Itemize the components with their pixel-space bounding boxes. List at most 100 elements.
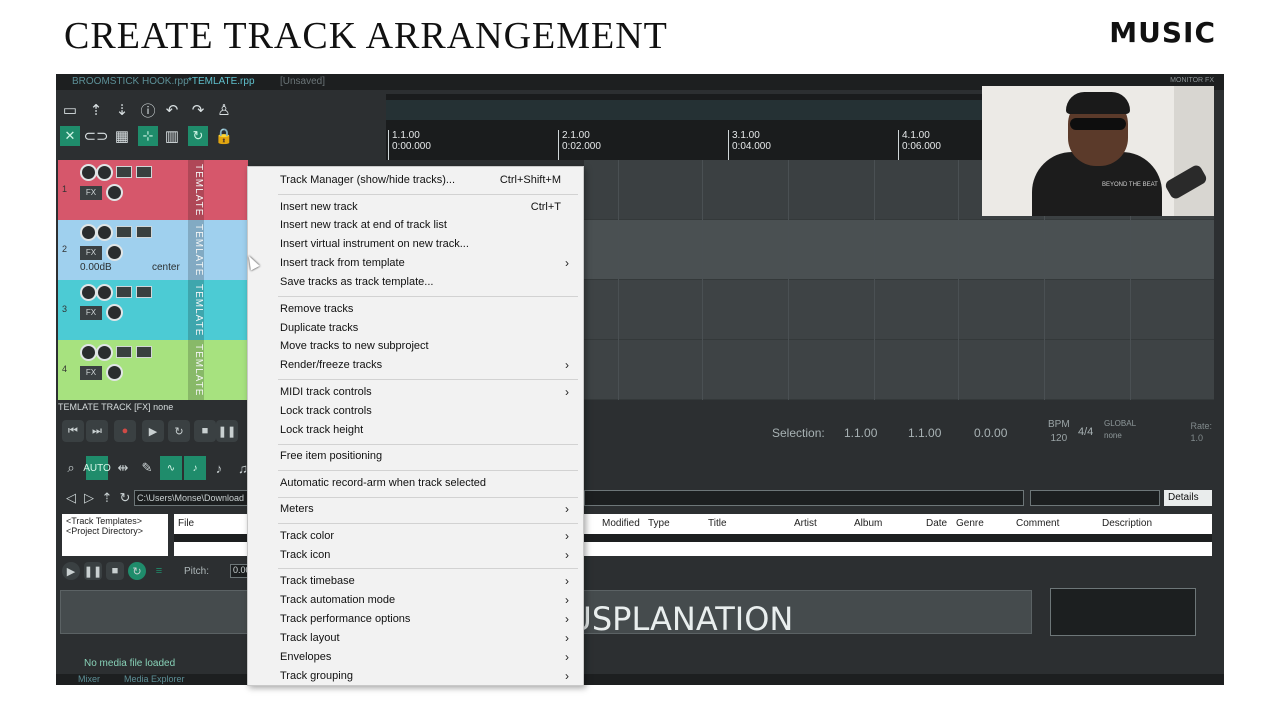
open-project-icon[interactable]: ⇡ [86, 100, 106, 120]
pan-knob[interactable] [106, 304, 123, 321]
menu-item[interactable]: Move tracks to new subproject [248, 338, 583, 357]
stop-icon[interactable]: ■ [194, 420, 216, 442]
column-modified[interactable]: Modified [602, 518, 640, 529]
column-comment[interactable]: Comment [1016, 518, 1059, 529]
menu-item[interactable]: Insert track from template › [248, 255, 583, 274]
pan-knob[interactable] [106, 184, 123, 201]
selection-length[interactable]: 0.0.00 [974, 426, 1007, 440]
redo-icon[interactable]: ↷ [188, 100, 208, 120]
record-arm-icon[interactable] [80, 164, 97, 181]
fx-button[interactable]: FX [80, 246, 102, 260]
volume-knob[interactable] [96, 344, 113, 361]
menu-item[interactable]: Duplicate tracks [248, 320, 583, 339]
volume-knob[interactable] [96, 284, 113, 301]
path-dropdown[interactable] [584, 490, 1024, 506]
grid-icon[interactable]: ▦ [112, 126, 132, 146]
volume-knob[interactable] [96, 164, 113, 181]
new-project-icon[interactable]: ▭ [60, 100, 80, 120]
fx-button[interactable]: FX [80, 306, 102, 320]
column-title[interactable]: Title [708, 518, 727, 529]
menu-item[interactable]: Insert virtual instrument on new track..… [248, 236, 583, 255]
fx-button[interactable]: FX [80, 366, 102, 380]
track-1[interactable]: 1 FX TEMLATE [58, 160, 248, 220]
metronome-icon[interactable]: ♙ [214, 100, 234, 120]
menu-item[interactable]: Render/freeze tracks › [248, 357, 583, 376]
selection-end[interactable]: 1.1.00 [908, 426, 941, 440]
menu-item[interactable]: Track automation mode › [248, 592, 583, 611]
go-to-start-icon[interactable]: ⏮ [62, 420, 84, 442]
record-arm-icon[interactable] [80, 224, 97, 241]
track-name[interactable]: TEMLATE [188, 280, 204, 340]
menu-item[interactable]: Remove tracks [248, 301, 583, 320]
track-4[interactable]: 4 FX TEMLATE [58, 340, 248, 400]
bpm-display[interactable]: BPM 120 [1048, 418, 1070, 446]
pan-knob[interactable] [106, 364, 123, 381]
track-lane[interactable] [584, 220, 1214, 280]
track-2[interactable]: 2 FX 0.00dB center TEMLATE [58, 220, 248, 280]
playrate-display[interactable]: Rate: 1.0 [1190, 420, 1212, 444]
menu-icon[interactable]: ≡ [150, 562, 168, 580]
menu-item[interactable]: Track color › [248, 528, 583, 547]
selection-start[interactable]: 1.1.00 [844, 426, 877, 440]
menu-item[interactable]: Track layout › [248, 630, 583, 649]
envelope-icon[interactable] [136, 166, 152, 178]
menu-item[interactable]: Automatic record-arm when track selected [248, 475, 583, 494]
record-arm-icon[interactable] [80, 284, 97, 301]
envelope-icon[interactable] [136, 346, 152, 358]
menu-item[interactable]: Track grouping › [248, 668, 583, 686]
column-artist[interactable]: Artist [794, 518, 817, 529]
column-description[interactable]: Description [1102, 518, 1152, 529]
column-genre[interactable]: Genre [956, 518, 984, 529]
volume-knob[interactable] [96, 224, 113, 241]
project-settings-icon[interactable]: ⓘ [138, 100, 158, 120]
column-file[interactable]: File [178, 518, 194, 529]
column-album[interactable]: Album [854, 518, 882, 529]
go-to-end-icon[interactable]: ⏭ [86, 420, 108, 442]
pan-knob[interactable] [106, 244, 123, 261]
link-icon[interactable]: ⊂⊃ [83, 126, 108, 146]
tree-item-track-templates[interactable]: <Track Templates> [66, 516, 164, 526]
filter-dropdown[interactable] [1030, 490, 1160, 506]
global-automation[interactable]: GLOBAL none [1104, 418, 1136, 442]
path-input[interactable]: C:\Users\Monse\Download [134, 490, 254, 506]
menu-item[interactable]: MIDI track controls › [248, 384, 583, 403]
record-arm-icon[interactable] [80, 344, 97, 361]
tempo-match-icon[interactable]: ⇹ [112, 456, 134, 480]
tab-broomstick[interactable]: BROOMSTICK HOOK.rpp [72, 76, 189, 87]
menu-item[interactable]: Track icon › [248, 547, 583, 566]
menu-item[interactable]: Track timebase › [248, 573, 583, 592]
menu-item[interactable]: Insert new track Ctrl+T [248, 199, 583, 218]
monitor-fx-label[interactable]: MONITOR FX [1170, 77, 1214, 84]
loop-icon[interactable]: ↻ [188, 126, 208, 146]
menu-item[interactable]: Free item positioning [248, 448, 583, 467]
refresh-icon[interactable]: ↻ [114, 490, 136, 506]
undo-icon[interactable]: ↶ [162, 100, 182, 120]
menu-item[interactable]: Lock track controls [248, 403, 583, 422]
menu-item[interactable]: Track performance options › [248, 611, 583, 630]
io-icon[interactable] [116, 286, 132, 298]
envelope-grid-icon[interactable]: ▥ [162, 126, 182, 146]
io-icon[interactable] [116, 166, 132, 178]
stop-preview-icon[interactable]: ■ [106, 562, 124, 580]
snap-icon[interactable]: ⊹ [138, 126, 158, 146]
menu-item[interactable]: Envelopes › [248, 649, 583, 668]
tab-media-explorer[interactable]: Media Explorer [124, 674, 185, 684]
envelope-icon[interactable] [136, 226, 152, 238]
track-lane[interactable] [584, 340, 1214, 400]
column-date[interactable]: Date [926, 518, 947, 529]
play-preview-icon[interactable]: ▶ [62, 562, 80, 580]
repeat-icon[interactable]: ↻ [168, 420, 190, 442]
io-icon[interactable] [116, 346, 132, 358]
pause-preview-icon[interactable]: ❚❚ [84, 562, 102, 580]
half-speed-icon[interactable]: ♪ [208, 456, 230, 480]
tree-item-project-directory[interactable]: <Project Directory> [66, 526, 164, 536]
menu-item[interactable]: Meters › [248, 501, 583, 520]
menu-item[interactable]: Lock track height [248, 422, 583, 441]
track-name[interactable]: TEMLATE [188, 340, 204, 400]
lock-icon[interactable]: 🔒 [214, 126, 234, 146]
timeline-ruler[interactable]: 1.1.00 0:00.000 2.1.00 0:02.000 3.1.00 0:04… [386, 94, 986, 160]
tab-mixer[interactable]: Mixer [78, 674, 100, 684]
time-signature[interactable]: 4/4 [1078, 426, 1093, 438]
menu-item[interactable]: Save tracks as track template... [248, 274, 583, 293]
fx-button[interactable]: FX [80, 186, 102, 200]
